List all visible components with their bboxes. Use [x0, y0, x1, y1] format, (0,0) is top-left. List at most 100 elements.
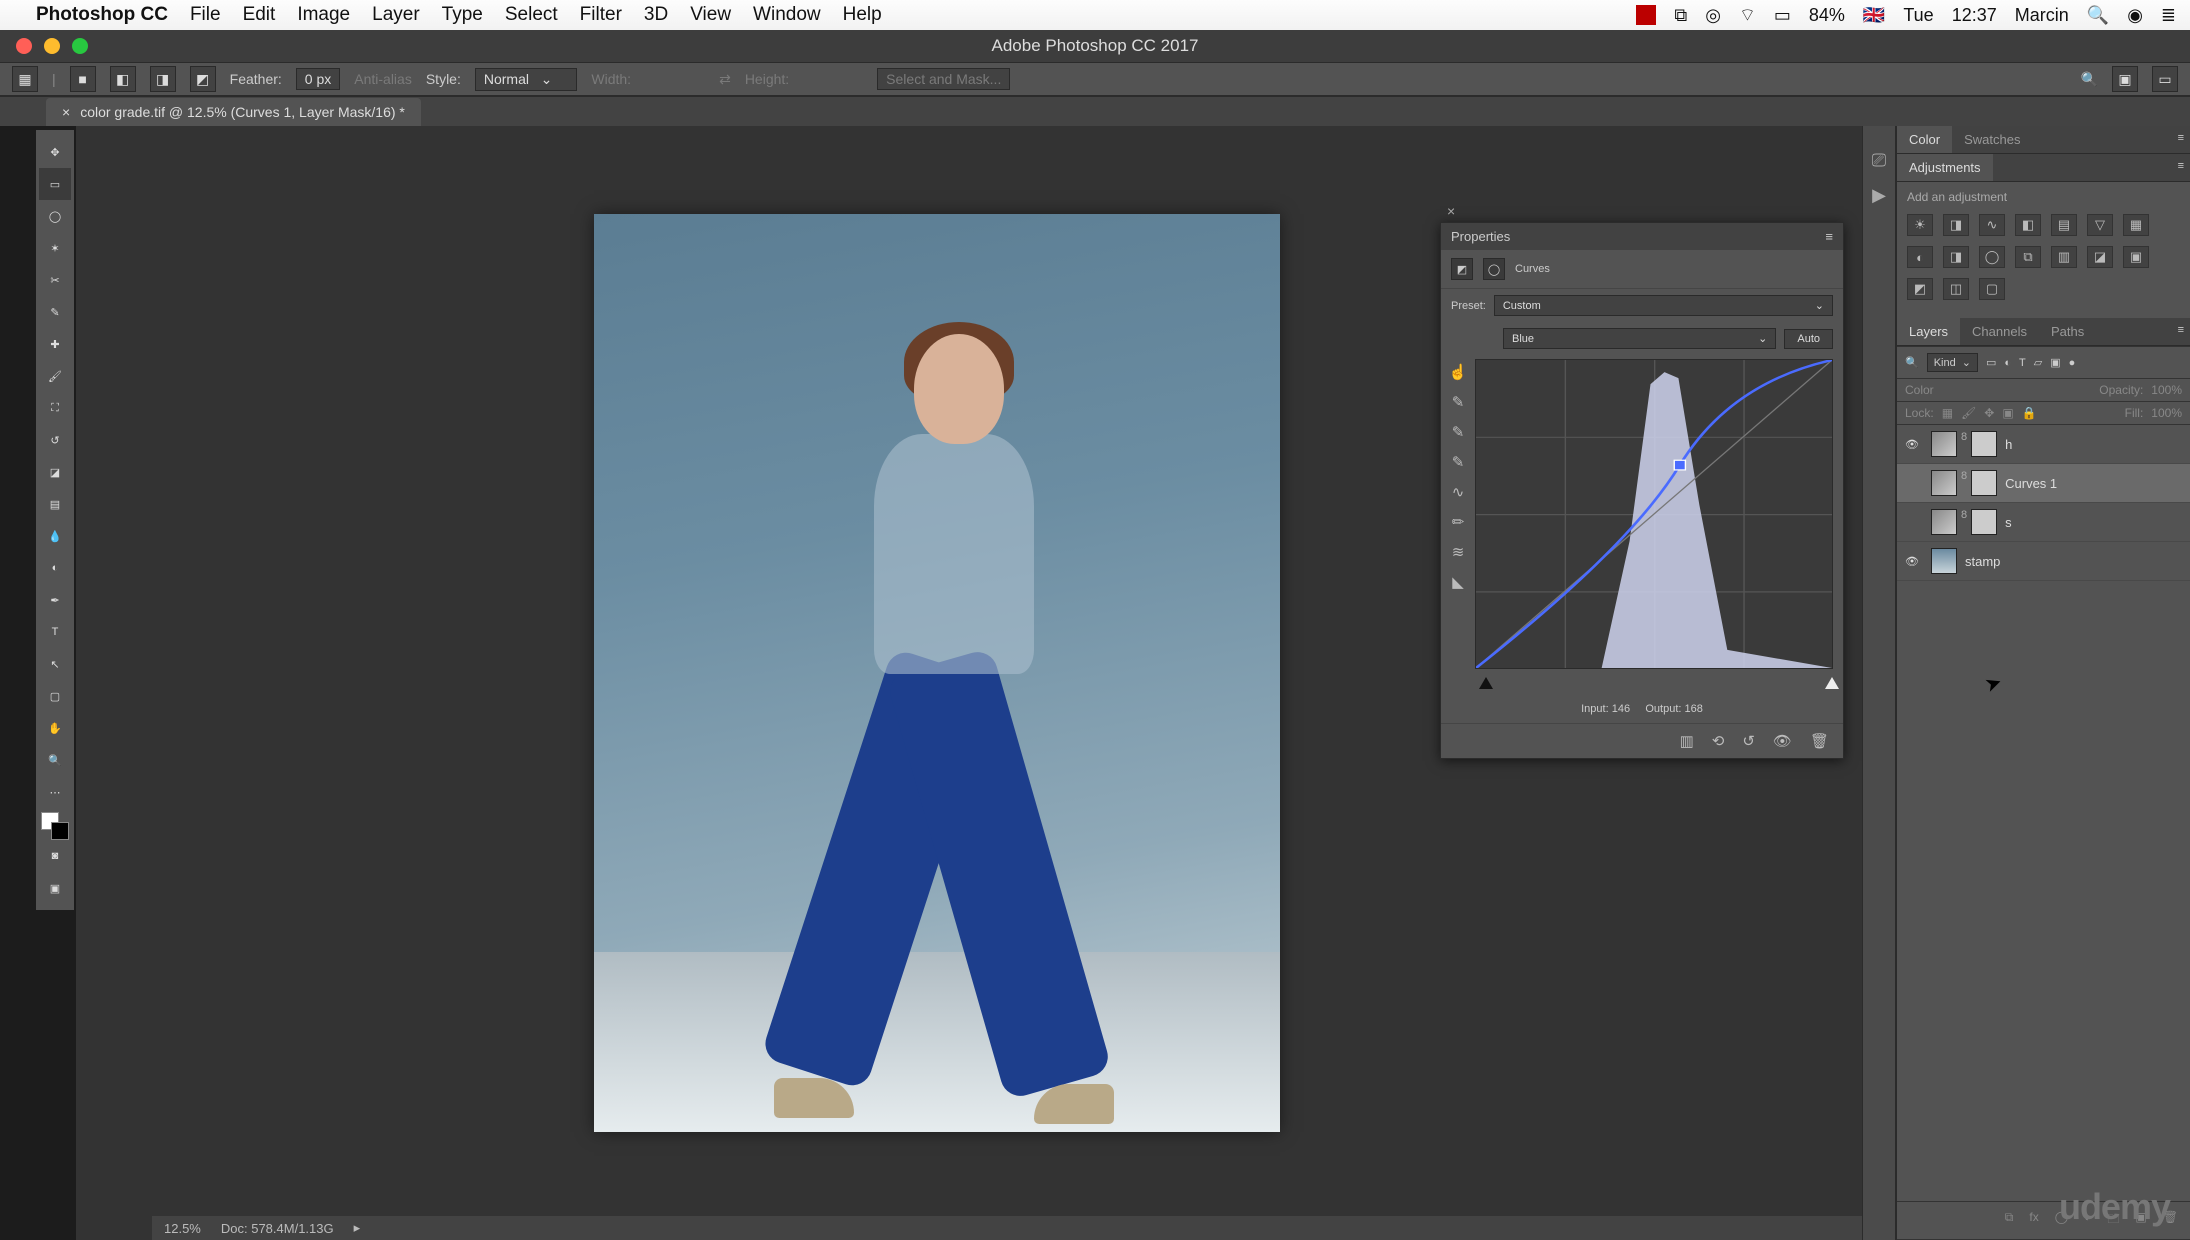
- menu-select[interactable]: Select: [505, 4, 558, 26]
- filter-kind-dropdown[interactable]: Kind ⌄: [1927, 353, 1978, 372]
- reset-icon[interactable]: ↺: [1742, 732, 1755, 750]
- type-tool[interactable]: T: [39, 616, 71, 648]
- eraser-tool[interactable]: ◪: [39, 456, 71, 488]
- adj-lut-icon[interactable]: ▥: [2051, 246, 2077, 268]
- adj-vibrance-icon[interactable]: ▤: [2051, 214, 2077, 236]
- white-point-slider[interactable]: [1825, 677, 1839, 689]
- adj-levels-icon[interactable]: ◨: [1943, 214, 1969, 236]
- feather-input[interactable]: 0 px: [296, 68, 340, 90]
- adj-bw-icon[interactable]: ◨: [1943, 246, 1969, 268]
- screenmode-button[interactable]: ▭: [2152, 66, 2178, 92]
- marquee-tool[interactable]: ▭: [39, 168, 71, 200]
- view-previous-icon[interactable]: ⟲: [1712, 732, 1725, 750]
- histogram-toggle-icon[interactable]: ◣: [1452, 573, 1464, 591]
- filter-search-icon[interactable]: 🔍: [1905, 356, 1919, 369]
- panel-close-icon[interactable]: ×: [1447, 203, 1455, 219]
- adj-exposure-icon[interactable]: ◧: [2015, 214, 2041, 236]
- menu-help[interactable]: Help: [843, 4, 882, 26]
- toggle-visibility-icon[interactable]: 👁: [1773, 732, 1792, 750]
- menu-layer[interactable]: Layer: [372, 4, 420, 26]
- menu-type[interactable]: Type: [442, 4, 483, 26]
- adj-grad-icon[interactable]: ◩: [1907, 278, 1933, 300]
- zoom-tool[interactable]: 🔍: [39, 744, 71, 776]
- filter-adj-icon[interactable]: ◐: [2004, 357, 2011, 369]
- panel-menu-icon[interactable]: ≡: [1825, 229, 1833, 244]
- tab-channels[interactable]: Channels: [1960, 318, 2039, 345]
- gray-sampler-icon[interactable]: ✎: [1452, 423, 1465, 441]
- window-zoom-button[interactable]: [72, 38, 88, 54]
- layer-fx-icon[interactable]: fx: [2029, 1210, 2038, 1231]
- shape-tool[interactable]: ▢: [39, 680, 71, 712]
- mask-icon[interactable]: ◯: [1483, 258, 1505, 280]
- menu-window[interactable]: Window: [753, 4, 821, 26]
- more-tools[interactable]: ⋯: [39, 776, 71, 808]
- filter-shape-icon[interactable]: ▱: [2034, 356, 2042, 369]
- dodge-tool[interactable]: ◐: [39, 552, 71, 584]
- adj-balance-icon[interactable]: ◐: [1907, 246, 1933, 268]
- tab-paths[interactable]: Paths: [2039, 318, 2096, 345]
- screenmode-tool[interactable]: ▣: [39, 872, 71, 904]
- blur-tool[interactable]: 💧: [39, 520, 71, 552]
- stamp-tool[interactable]: ⛶: [39, 392, 71, 424]
- adj-curves-icon[interactable]: ∿: [1979, 214, 2005, 236]
- white-sampler-icon[interactable]: ✎: [1452, 393, 1465, 411]
- style-dropdown[interactable]: Normal ⌄: [475, 68, 578, 91]
- quick-select-tool[interactable]: ✶: [39, 232, 71, 264]
- layer-name[interactable]: s: [2005, 515, 2012, 530]
- menu-view[interactable]: View: [690, 4, 731, 26]
- document-tab[interactable]: × color grade.tif @ 12.5% (Curves 1, Lay…: [46, 98, 421, 126]
- layer-row[interactable]: 8 s: [1897, 503, 2190, 542]
- menu-file[interactable]: File: [190, 4, 221, 26]
- status-doc[interactable]: Doc: 578.4M/1.13G: [221, 1221, 334, 1236]
- adj-poster-icon[interactable]: ▣: [2123, 246, 2149, 268]
- lock-transparent-icon[interactable]: ▦: [1942, 406, 1953, 420]
- layer-name[interactable]: stamp: [1965, 554, 2000, 569]
- panel-menu-icon[interactable]: ≡: [2172, 318, 2190, 345]
- lock-artboard-icon[interactable]: ▣: [2002, 406, 2013, 420]
- sync-icon[interactable]: ◎: [1705, 5, 1721, 26]
- wifi-icon[interactable]: ⌔: [1739, 4, 1756, 27]
- move-tool[interactable]: ✥: [39, 136, 71, 168]
- spotlight-icon[interactable]: 🔍: [2087, 5, 2109, 26]
- lock-position-icon[interactable]: ✥: [1984, 406, 1994, 420]
- brush-tool[interactable]: 🖌: [39, 360, 71, 392]
- adj-threshold-icon[interactable]: ▽: [2087, 214, 2113, 236]
- smooth-icon[interactable]: ≋: [1452, 543, 1465, 561]
- tab-swatches[interactable]: Swatches: [1952, 126, 2032, 153]
- intersect-selection-icon[interactable]: ◩: [190, 66, 216, 92]
- panel-menu-icon[interactable]: ≡: [2172, 126, 2190, 153]
- layer-row[interactable]: 👁 8 h: [1897, 425, 2190, 464]
- window-close-button[interactable]: [16, 38, 32, 54]
- link-layers-icon[interactable]: ⧉: [2005, 1210, 2014, 1231]
- visibility-toggle[interactable]: 👁: [1905, 555, 1923, 568]
- crop-tool[interactable]: ✂: [39, 264, 71, 296]
- filter-toggle[interactable]: ●: [2069, 357, 2076, 369]
- siri-icon[interactable]: ◉: [2127, 5, 2143, 26]
- draw-curve-icon[interactable]: ✏: [1452, 513, 1465, 531]
- tab-color[interactable]: Color: [1897, 126, 1952, 153]
- lock-pixels-icon[interactable]: 🖌: [1961, 406, 1976, 420]
- adj-photo-filter-icon[interactable]: ◯: [1979, 246, 2005, 268]
- menu-3d[interactable]: 3D: [644, 4, 668, 26]
- lasso-tool[interactable]: ◯: [39, 200, 71, 232]
- healing-tool[interactable]: ✚: [39, 328, 71, 360]
- target-adjust-icon[interactable]: ☝: [1449, 363, 1468, 381]
- adj-more-icon[interactable]: ▢: [1979, 278, 2005, 300]
- mac-menubar[interactable]: Photoshop CC File Edit Image Layer Type …: [0, 0, 2190, 30]
- pen-tool[interactable]: ✒: [39, 584, 71, 616]
- search-icon[interactable]: 🔍: [2081, 71, 2098, 88]
- workspace-button[interactable]: ▣: [2112, 66, 2138, 92]
- delete-adjustment-icon[interactable]: 🗑: [1810, 732, 1829, 750]
- curves-graph[interactable]: [1475, 359, 1833, 669]
- menu-filter[interactable]: Filter: [580, 4, 622, 26]
- menu-image[interactable]: Image: [297, 4, 350, 26]
- adj-mixer-icon[interactable]: ⧉: [2015, 246, 2041, 268]
- dropbox-icon[interactable]: ⧉: [1674, 5, 1687, 26]
- adj-invert-icon[interactable]: ◪: [2087, 246, 2113, 268]
- panel-icon-1[interactable]: ⎚: [1872, 150, 1886, 171]
- history-brush-tool[interactable]: ↺: [39, 424, 71, 456]
- black-sampler-icon[interactable]: ✎: [1452, 453, 1465, 471]
- adj-selective-icon[interactable]: ◫: [1943, 278, 1969, 300]
- status-zoom[interactable]: 12.5%: [164, 1221, 201, 1236]
- layer-row[interactable]: 8 Curves 1: [1897, 464, 2190, 503]
